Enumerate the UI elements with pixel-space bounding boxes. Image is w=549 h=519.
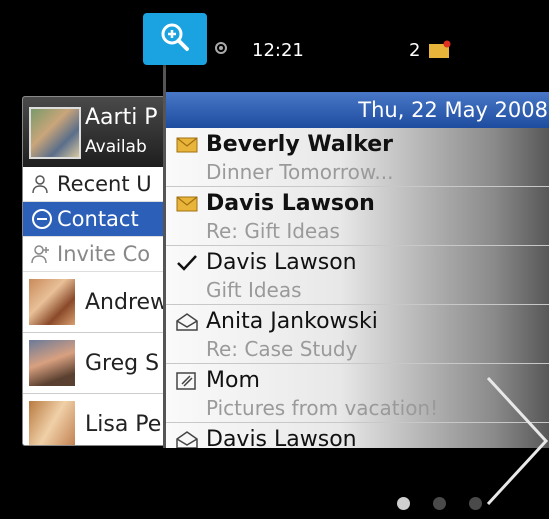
message-sender: Davis Lawson (206, 191, 375, 216)
status-bar: 12:21 2 (166, 28, 549, 92)
person-icon (31, 174, 57, 194)
message-sender: Beverly Walker (206, 132, 394, 157)
zoom-in-button[interactable] (143, 13, 207, 65)
menu-item-label: Recent U (57, 172, 152, 196)
message-subject: Pictures from vacation! (206, 396, 439, 420)
contact-row[interactable]: Greg S (23, 333, 183, 394)
menu-item-contacts[interactable]: Contact (23, 202, 183, 237)
notification-count: 2 (409, 40, 421, 61)
profile-avatar (29, 107, 81, 159)
contact-row[interactable]: Andrew (23, 272, 183, 333)
message-sender: Davis Lawson (206, 250, 357, 275)
message-row[interactable]: Davis Lawson Re: Gift Ideas (166, 187, 549, 246)
contact-name: Greg S (85, 350, 160, 376)
date-header: Thu, 22 May 2008 (166, 92, 549, 128)
opened-envelope-icon (176, 313, 198, 331)
contact-row[interactable]: Lisa Pe (23, 394, 183, 445)
signal-icon (214, 40, 228, 60)
profile-status: Availab (85, 137, 147, 157)
profile-header: Aarti P Availab (23, 97, 183, 167)
message-subject: Re: Gift Ideas (206, 219, 340, 243)
message-subject: Gift Ideas (206, 278, 302, 302)
contact-photo (29, 279, 75, 325)
contact-photo (29, 340, 75, 386)
message-row[interactable]: Beverly Walker Dinner Tomorrow... (166, 128, 549, 187)
message-row[interactable]: Anita Jankowski Re: Case Study (166, 305, 549, 364)
opened-envelope-icon (176, 431, 198, 448)
menu-item-invite-contact[interactable]: Invite Co (23, 237, 183, 272)
page-indicator-dot[interactable] (433, 497, 446, 510)
chevron-right-icon[interactable] (478, 376, 549, 510)
message-subject: Re: Case Study (206, 337, 358, 361)
person-add-icon (31, 244, 57, 264)
contact-name: Andrew (85, 289, 169, 315)
minus-circle-icon (31, 208, 57, 230)
profile-name: Aarti P (85, 105, 158, 130)
menu-item-label: Contact (57, 207, 139, 231)
message-sender: Anita Jankowski (206, 309, 378, 334)
status-time: 12:21 (252, 40, 304, 61)
attachment-envelope-icon (176, 372, 198, 390)
new-message-icon (428, 40, 452, 64)
contact-photo (29, 401, 75, 445)
page-indicator-dot-active[interactable] (397, 497, 410, 510)
menu-item-recent-updates[interactable]: Recent U (23, 167, 183, 202)
message-sender: Davis Lawson (206, 427, 357, 448)
contact-name: Lisa Pe (85, 411, 162, 437)
page-indicator-dot[interactable] (469, 497, 482, 510)
zoom-in-icon (159, 21, 191, 57)
unread-envelope-icon (176, 136, 198, 154)
message-subject: Dinner Tomorrow... (206, 160, 394, 184)
menu-item-label: Invite Co (57, 242, 151, 266)
message-row[interactable]: Davis Lawson Gift Ideas (166, 246, 549, 305)
message-sender: Mom (206, 368, 260, 393)
contacts-app-card[interactable]: Aarti P Availab Recent U Contact Invite … (22, 96, 184, 446)
sent-check-icon (176, 254, 198, 272)
unread-envelope-icon (176, 195, 198, 213)
